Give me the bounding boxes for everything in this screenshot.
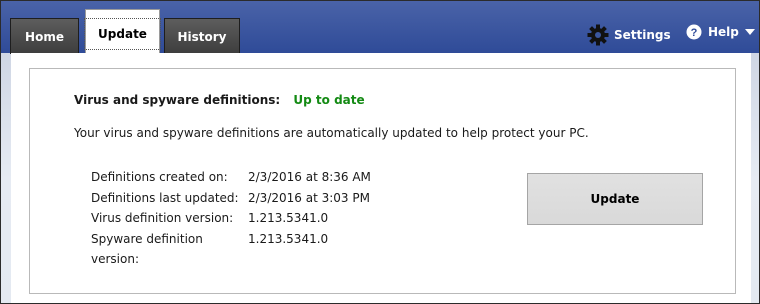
detail-row: Definitions last updated: 2/3/2016 at 3:… (91, 188, 371, 209)
gear-icon (587, 24, 609, 46)
definition-details: Definitions created on: 2/3/2016 at 8:36… (91, 167, 371, 270)
update-button[interactable]: Update (527, 173, 703, 225)
chevron-down-icon (744, 28, 755, 36)
detail-label: Spyware definition version: (91, 231, 203, 267)
detail-value: 1.213.5341.0 (248, 231, 329, 246)
help-menu[interactable]: ? Help (686, 24, 755, 40)
tab-history[interactable]: History (164, 18, 240, 54)
question-circle-icon: ? (686, 24, 702, 40)
settings-link[interactable]: Settings (587, 24, 671, 46)
update-button-label: Update (590, 192, 640, 206)
svg-text:?: ? (691, 27, 698, 39)
tab-update[interactable]: Update (84, 9, 161, 54)
definitions-status: Virus and spyware definitions: Up to dat… (74, 93, 365, 107)
app-window: Home Update History Settings ? Help Viru… (0, 0, 760, 304)
detail-value: 2/3/2016 at 3:03 PM (248, 190, 370, 205)
tab-history-label: History (177, 29, 227, 44)
detail-row: Spyware definition version: 1.213.5341.0 (91, 229, 371, 270)
status-label: Virus and spyware definitions: (74, 93, 281, 107)
definitions-card: Virus and spyware definitions: Up to dat… (29, 68, 736, 294)
detail-row: Definitions created on: 2/3/2016 at 8:36… (91, 167, 371, 188)
detail-value: 1.213.5341.0 (248, 211, 329, 225)
detail-row: Virus definition version: 1.213.5341.0 (91, 208, 371, 229)
detail-value: 2/3/2016 at 8:36 AM (248, 170, 371, 184)
tab-update-label: Update (84, 18, 161, 50)
detail-label: Definitions created on: (91, 170, 228, 184)
description-text: Your virus and spyware definitions are a… (74, 126, 589, 140)
detail-label: Definitions last updated: (91, 190, 239, 205)
detail-label: Virus definition version: (91, 211, 234, 225)
settings-label: Settings (614, 28, 671, 42)
content-panel: Virus and spyware definitions: Up to dat… (11, 53, 751, 303)
help-label: Help (708, 25, 739, 39)
status-value: Up to date (293, 93, 365, 107)
tab-home-label: Home (25, 29, 64, 44)
tab-home[interactable]: Home (10, 18, 79, 54)
